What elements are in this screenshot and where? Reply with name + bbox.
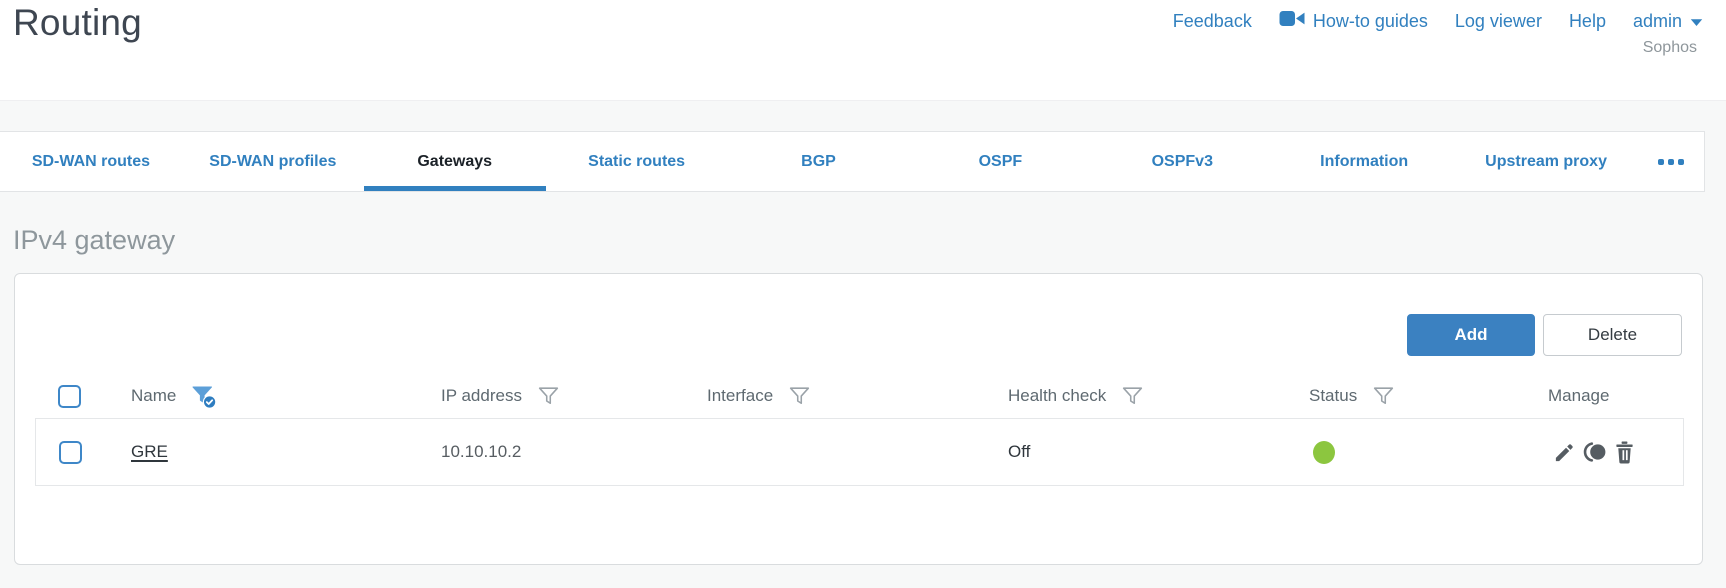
more-tabs-button[interactable] — [1637, 132, 1704, 191]
filter-icon-active[interactable] — [190, 383, 217, 410]
edit-pencil-icon[interactable] — [1553, 441, 1576, 464]
delete-trash-icon[interactable] — [1614, 441, 1635, 464]
status-indicator-green — [1313, 440, 1335, 464]
routing-page: Routing Feedback How-to guides Log viewe… — [0, 0, 1726, 588]
help-link[interactable]: Help — [1569, 11, 1606, 32]
health-check-value: Off — [1008, 442, 1031, 461]
tab-ospfv3[interactable]: OSPFv3 — [1091, 132, 1273, 191]
table-row: GRE 10.10.10.2 Off — [36, 419, 1683, 485]
caret-down-icon — [1690, 11, 1703, 32]
column-health-check: Health check — [1008, 384, 1309, 409]
table-body: GRE 10.10.10.2 Off — [35, 418, 1684, 486]
table-header-row: Name IP address Interface Health check S… — [35, 374, 1684, 418]
gateway-table: Name IP address Interface Health check S… — [35, 374, 1684, 486]
tab-static-routes[interactable]: Static routes — [546, 132, 728, 191]
filter-icon[interactable] — [1120, 384, 1145, 409]
delete-button[interactable]: Delete — [1543, 314, 1682, 356]
column-interface: Interface — [707, 384, 1008, 409]
column-ip-address: IP address — [441, 384, 707, 409]
feedback-link[interactable]: Feedback — [1173, 11, 1252, 32]
section-heading: IPv4 gateway — [13, 225, 176, 255]
top-links: Feedback How-to guides Log viewer Help a… — [1173, 10, 1703, 32]
column-status: Status — [1309, 384, 1548, 409]
tab-information[interactable]: Information — [1273, 132, 1455, 191]
row-checkbox[interactable] — [59, 440, 82, 464]
how-to-guides-link[interactable]: How-to guides — [1279, 10, 1428, 32]
content-area: SD-WAN routes SD-WAN profiles Gateways S… — [0, 100, 1726, 588]
filter-icon[interactable] — [536, 384, 561, 409]
ip-address-value: 10.10.10.2 — [441, 442, 522, 461]
video-camera-icon — [1279, 10, 1305, 32]
toolbar: Add Delete — [35, 314, 1682, 356]
select-all-checkbox[interactable] — [58, 384, 81, 408]
add-button[interactable]: Add — [1407, 314, 1535, 356]
tab-bgp[interactable]: BGP — [728, 132, 910, 191]
admin-menu[interactable]: admin — [1633, 11, 1703, 32]
tab-bar: SD-WAN routes SD-WAN profiles Gateways S… — [0, 131, 1705, 192]
log-viewer-link[interactable]: Log viewer — [1455, 11, 1542, 32]
brand-label: Sophos — [1642, 39, 1697, 56]
tab-upstream-proxy[interactable]: Upstream proxy — [1455, 132, 1637, 191]
gateway-card: Add Delete Name IP address Interface Hea… — [14, 273, 1703, 565]
filter-icon[interactable] — [787, 384, 812, 409]
top-right-nav: Feedback How-to guides Log viewer Help a… — [1173, 0, 1703, 100]
column-manage: Manage — [1548, 386, 1610, 405]
tab-sdwan-profiles[interactable]: SD-WAN profiles — [182, 132, 364, 191]
column-name: Name — [131, 383, 441, 410]
gateway-name-link[interactable]: GRE — [131, 442, 168, 461]
page-title: Routing — [13, 2, 142, 43]
tab-sdwan-routes[interactable]: SD-WAN routes — [0, 132, 182, 191]
filter-icon[interactable] — [1371, 384, 1396, 409]
tab-ospf[interactable]: OSPF — [909, 132, 1091, 191]
manage-actions — [1548, 441, 1683, 464]
clone-icon[interactable] — [1583, 441, 1607, 463]
top-header: Routing Feedback How-to guides Log viewe… — [0, 0, 1726, 100]
ellipsis-icon — [1657, 158, 1664, 165]
tab-gateways[interactable]: Gateways — [363, 132, 546, 191]
